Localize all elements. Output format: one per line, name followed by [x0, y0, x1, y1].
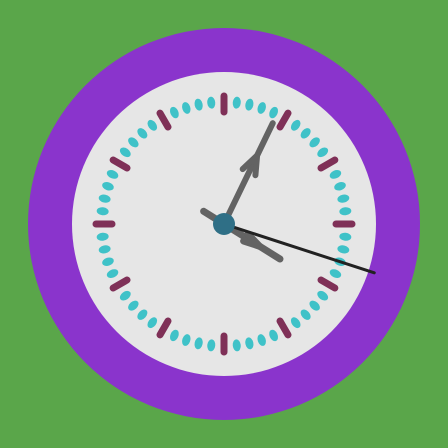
clock-scene [0, 0, 448, 448]
analog-clock-icon [0, 0, 448, 448]
center-cap [213, 213, 235, 235]
